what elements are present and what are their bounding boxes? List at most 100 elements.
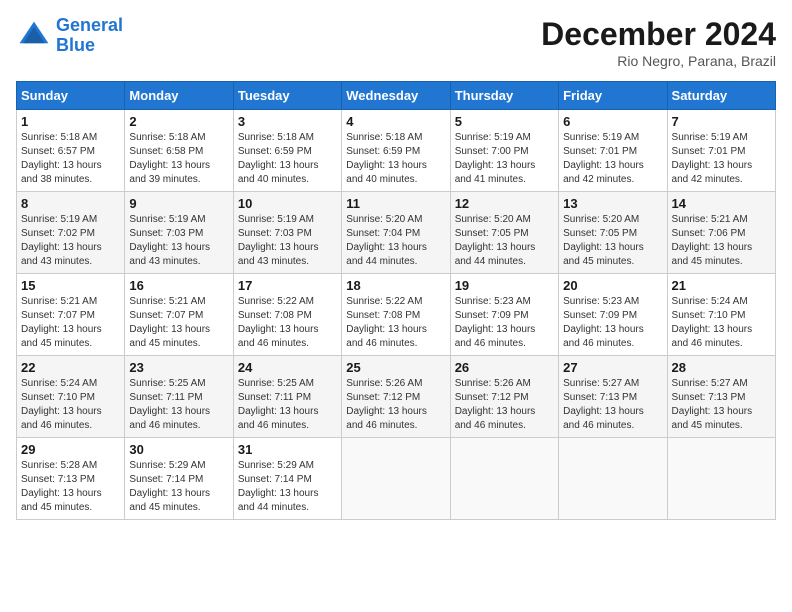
- day-number: 29: [21, 442, 120, 457]
- day-info: Sunrise: 5:24 AM Sunset: 7:10 PM Dayligh…: [672, 295, 771, 351]
- dow-header-friday: Friday: [559, 82, 667, 110]
- day-cell-27: 27 Sunrise: 5:27 AM Sunset: 7:13 PM Dayl…: [559, 356, 667, 438]
- day-number: 30: [129, 442, 228, 457]
- day-cell-12: 12 Sunrise: 5:20 AM Sunset: 7:05 PM Dayl…: [450, 192, 558, 274]
- day-cell-10: 10 Sunrise: 5:19 AM Sunset: 7:03 PM Dayl…: [233, 192, 341, 274]
- day-number: 6: [563, 114, 662, 129]
- title-block: December 2024 Rio Negro, Parana, Brazil: [541, 16, 776, 69]
- day-info: Sunrise: 5:19 AM Sunset: 7:01 PM Dayligh…: [563, 131, 662, 187]
- day-info: Sunrise: 5:23 AM Sunset: 7:09 PM Dayligh…: [455, 295, 554, 351]
- day-info: Sunrise: 5:18 AM Sunset: 6:57 PM Dayligh…: [21, 131, 120, 187]
- calendar-week-5: 29 Sunrise: 5:28 AM Sunset: 7:13 PM Dayl…: [17, 438, 776, 520]
- day-number: 7: [672, 114, 771, 129]
- day-info: Sunrise: 5:28 AM Sunset: 7:13 PM Dayligh…: [21, 459, 120, 515]
- day-number: 27: [563, 360, 662, 375]
- day-cell-29: 29 Sunrise: 5:28 AM Sunset: 7:13 PM Dayl…: [17, 438, 125, 520]
- day-number: 18: [346, 278, 445, 293]
- day-info: Sunrise: 5:25 AM Sunset: 7:11 PM Dayligh…: [238, 377, 337, 433]
- day-cell-23: 23 Sunrise: 5:25 AM Sunset: 7:11 PM Dayl…: [125, 356, 233, 438]
- day-info: Sunrise: 5:26 AM Sunset: 7:12 PM Dayligh…: [455, 377, 554, 433]
- page-header: General Blue December 2024 Rio Negro, Pa…: [16, 16, 776, 69]
- day-number: 31: [238, 442, 337, 457]
- day-cell-3: 3 Sunrise: 5:18 AM Sunset: 6:59 PM Dayli…: [233, 110, 341, 192]
- day-number: 9: [129, 196, 228, 211]
- empty-cell: [450, 438, 558, 520]
- day-info: Sunrise: 5:25 AM Sunset: 7:11 PM Dayligh…: [129, 377, 228, 433]
- day-cell-14: 14 Sunrise: 5:21 AM Sunset: 7:06 PM Dayl…: [667, 192, 775, 274]
- day-number: 25: [346, 360, 445, 375]
- day-cell-6: 6 Sunrise: 5:19 AM Sunset: 7:01 PM Dayli…: [559, 110, 667, 192]
- day-number: 16: [129, 278, 228, 293]
- day-number: 8: [21, 196, 120, 211]
- day-info: Sunrise: 5:19 AM Sunset: 7:03 PM Dayligh…: [129, 213, 228, 269]
- day-cell-16: 16 Sunrise: 5:21 AM Sunset: 7:07 PM Dayl…: [125, 274, 233, 356]
- day-cell-30: 30 Sunrise: 5:29 AM Sunset: 7:14 PM Dayl…: [125, 438, 233, 520]
- dow-header-thursday: Thursday: [450, 82, 558, 110]
- day-info: Sunrise: 5:21 AM Sunset: 7:06 PM Dayligh…: [672, 213, 771, 269]
- day-info: Sunrise: 5:19 AM Sunset: 7:03 PM Dayligh…: [238, 213, 337, 269]
- day-of-week-row: SundayMondayTuesdayWednesdayThursdayFrid…: [17, 82, 776, 110]
- day-cell-25: 25 Sunrise: 5:26 AM Sunset: 7:12 PM Dayl…: [342, 356, 450, 438]
- day-info: Sunrise: 5:26 AM Sunset: 7:12 PM Dayligh…: [346, 377, 445, 433]
- day-info: Sunrise: 5:29 AM Sunset: 7:14 PM Dayligh…: [129, 459, 228, 515]
- day-cell-20: 20 Sunrise: 5:23 AM Sunset: 7:09 PM Dayl…: [559, 274, 667, 356]
- empty-cell: [559, 438, 667, 520]
- day-cell-19: 19 Sunrise: 5:23 AM Sunset: 7:09 PM Dayl…: [450, 274, 558, 356]
- day-info: Sunrise: 5:18 AM Sunset: 6:59 PM Dayligh…: [346, 131, 445, 187]
- calendar-table: SundayMondayTuesdayWednesdayThursdayFrid…: [16, 81, 776, 520]
- logo-line1: General: [56, 15, 123, 35]
- day-info: Sunrise: 5:21 AM Sunset: 7:07 PM Dayligh…: [129, 295, 228, 351]
- day-cell-15: 15 Sunrise: 5:21 AM Sunset: 7:07 PM Dayl…: [17, 274, 125, 356]
- day-cell-22: 22 Sunrise: 5:24 AM Sunset: 7:10 PM Dayl…: [17, 356, 125, 438]
- calendar-week-2: 8 Sunrise: 5:19 AM Sunset: 7:02 PM Dayli…: [17, 192, 776, 274]
- day-cell-2: 2 Sunrise: 5:18 AM Sunset: 6:58 PM Dayli…: [125, 110, 233, 192]
- day-info: Sunrise: 5:20 AM Sunset: 7:05 PM Dayligh…: [563, 213, 662, 269]
- day-cell-5: 5 Sunrise: 5:19 AM Sunset: 7:00 PM Dayli…: [450, 110, 558, 192]
- empty-cell: [667, 438, 775, 520]
- day-number: 24: [238, 360, 337, 375]
- calendar-body: 1 Sunrise: 5:18 AM Sunset: 6:57 PM Dayli…: [17, 110, 776, 520]
- day-info: Sunrise: 5:22 AM Sunset: 7:08 PM Dayligh…: [238, 295, 337, 351]
- day-number: 14: [672, 196, 771, 211]
- day-info: Sunrise: 5:23 AM Sunset: 7:09 PM Dayligh…: [563, 295, 662, 351]
- day-cell-24: 24 Sunrise: 5:25 AM Sunset: 7:11 PM Dayl…: [233, 356, 341, 438]
- day-cell-21: 21 Sunrise: 5:24 AM Sunset: 7:10 PM Dayl…: [667, 274, 775, 356]
- day-number: 17: [238, 278, 337, 293]
- day-info: Sunrise: 5:24 AM Sunset: 7:10 PM Dayligh…: [21, 377, 120, 433]
- day-cell-4: 4 Sunrise: 5:18 AM Sunset: 6:59 PM Dayli…: [342, 110, 450, 192]
- day-cell-18: 18 Sunrise: 5:22 AM Sunset: 7:08 PM Dayl…: [342, 274, 450, 356]
- dow-header-monday: Monday: [125, 82, 233, 110]
- day-number: 19: [455, 278, 554, 293]
- month-title: December 2024: [541, 16, 776, 53]
- logo-icon: [16, 18, 52, 54]
- calendar-week-4: 22 Sunrise: 5:24 AM Sunset: 7:10 PM Dayl…: [17, 356, 776, 438]
- day-info: Sunrise: 5:20 AM Sunset: 7:05 PM Dayligh…: [455, 213, 554, 269]
- day-number: 1: [21, 114, 120, 129]
- day-number: 13: [563, 196, 662, 211]
- day-info: Sunrise: 5:18 AM Sunset: 6:59 PM Dayligh…: [238, 131, 337, 187]
- day-number: 5: [455, 114, 554, 129]
- day-info: Sunrise: 5:29 AM Sunset: 7:14 PM Dayligh…: [238, 459, 337, 515]
- dow-header-saturday: Saturday: [667, 82, 775, 110]
- day-cell-8: 8 Sunrise: 5:19 AM Sunset: 7:02 PM Dayli…: [17, 192, 125, 274]
- day-number: 23: [129, 360, 228, 375]
- location: Rio Negro, Parana, Brazil: [541, 53, 776, 69]
- day-cell-28: 28 Sunrise: 5:27 AM Sunset: 7:13 PM Dayl…: [667, 356, 775, 438]
- empty-cell: [342, 438, 450, 520]
- day-number: 22: [21, 360, 120, 375]
- day-number: 11: [346, 196, 445, 211]
- day-info: Sunrise: 5:19 AM Sunset: 7:00 PM Dayligh…: [455, 131, 554, 187]
- day-cell-1: 1 Sunrise: 5:18 AM Sunset: 6:57 PM Dayli…: [17, 110, 125, 192]
- day-cell-11: 11 Sunrise: 5:20 AM Sunset: 7:04 PM Dayl…: [342, 192, 450, 274]
- day-cell-7: 7 Sunrise: 5:19 AM Sunset: 7:01 PM Dayli…: [667, 110, 775, 192]
- day-cell-17: 17 Sunrise: 5:22 AM Sunset: 7:08 PM Dayl…: [233, 274, 341, 356]
- day-info: Sunrise: 5:27 AM Sunset: 7:13 PM Dayligh…: [563, 377, 662, 433]
- day-number: 3: [238, 114, 337, 129]
- day-info: Sunrise: 5:22 AM Sunset: 7:08 PM Dayligh…: [346, 295, 445, 351]
- logo: General Blue: [16, 16, 123, 56]
- day-number: 10: [238, 196, 337, 211]
- day-number: 28: [672, 360, 771, 375]
- day-info: Sunrise: 5:27 AM Sunset: 7:13 PM Dayligh…: [672, 377, 771, 433]
- logo-line2: Blue: [56, 35, 95, 55]
- day-info: Sunrise: 5:19 AM Sunset: 7:01 PM Dayligh…: [672, 131, 771, 187]
